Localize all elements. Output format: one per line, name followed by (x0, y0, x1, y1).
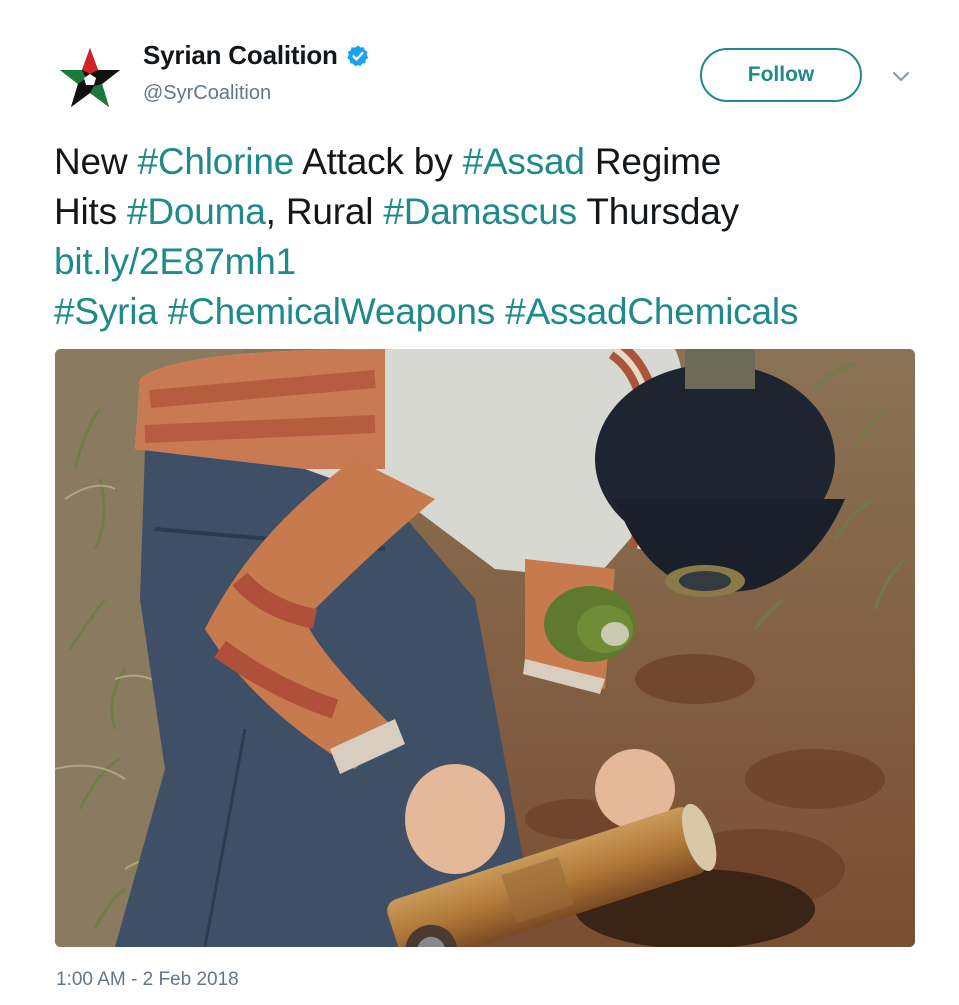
text-segment: Regime (584, 141, 722, 182)
text-segment: Hits (54, 191, 128, 232)
chevron-down-icon[interactable] (890, 66, 912, 88)
avatar[interactable] (56, 44, 124, 112)
tweet-line-3: bit.ly/2E87mh1 (54, 237, 934, 287)
tweet-card: Syrian Coalition @SyrCoalition Follow Ne… (0, 0, 959, 1005)
hashtag-assadchemicals[interactable]: #AssadChemicals (505, 291, 798, 332)
text-segment: New (54, 141, 138, 182)
handle[interactable]: @SyrCoalition (143, 82, 271, 105)
tweet-text: New #Chlorine Attack by #Assad Regime Hi… (54, 137, 934, 337)
syrian-coalition-star-logo-icon (60, 48, 120, 107)
tweet-link[interactable]: bit.ly/2E87mh1 (54, 241, 296, 282)
tweet-line-1: New #Chlorine Attack by #Assad Regime (54, 137, 934, 187)
hashtag-chlorine[interactable]: #Chlorine (138, 141, 295, 182)
hashtag-douma[interactable]: #Douma (127, 191, 266, 232)
hashtag-damascus[interactable]: #Damascus (383, 191, 577, 232)
follow-button[interactable]: Follow (700, 48, 862, 102)
hashtag-assad[interactable]: #Assad (463, 141, 585, 182)
gas-mask-photo (55, 349, 915, 947)
text-segment: Thursday (576, 191, 739, 232)
text-segment: Attack by (294, 141, 463, 182)
timestamp[interactable]: 1:00 AM - 2 Feb 2018 (56, 969, 239, 991)
display-name[interactable]: Syrian Coalition (143, 40, 338, 71)
tweet-line-2: Hits #Douma, Rural #Damascus Thursday (54, 187, 934, 237)
hashtag-syria[interactable]: #Syria (54, 291, 158, 332)
tweet-line-4: #Syria #ChemicalWeapons #AssadChemicals (54, 287, 934, 337)
hashtag-chemicalweapons[interactable]: #ChemicalWeapons (168, 291, 495, 332)
name-row: Syrian Coalition (143, 40, 370, 71)
text-segment: , Rural (265, 191, 384, 232)
tweet-photo[interactable] (55, 349, 915, 947)
verified-badge-icon (346, 45, 368, 66)
